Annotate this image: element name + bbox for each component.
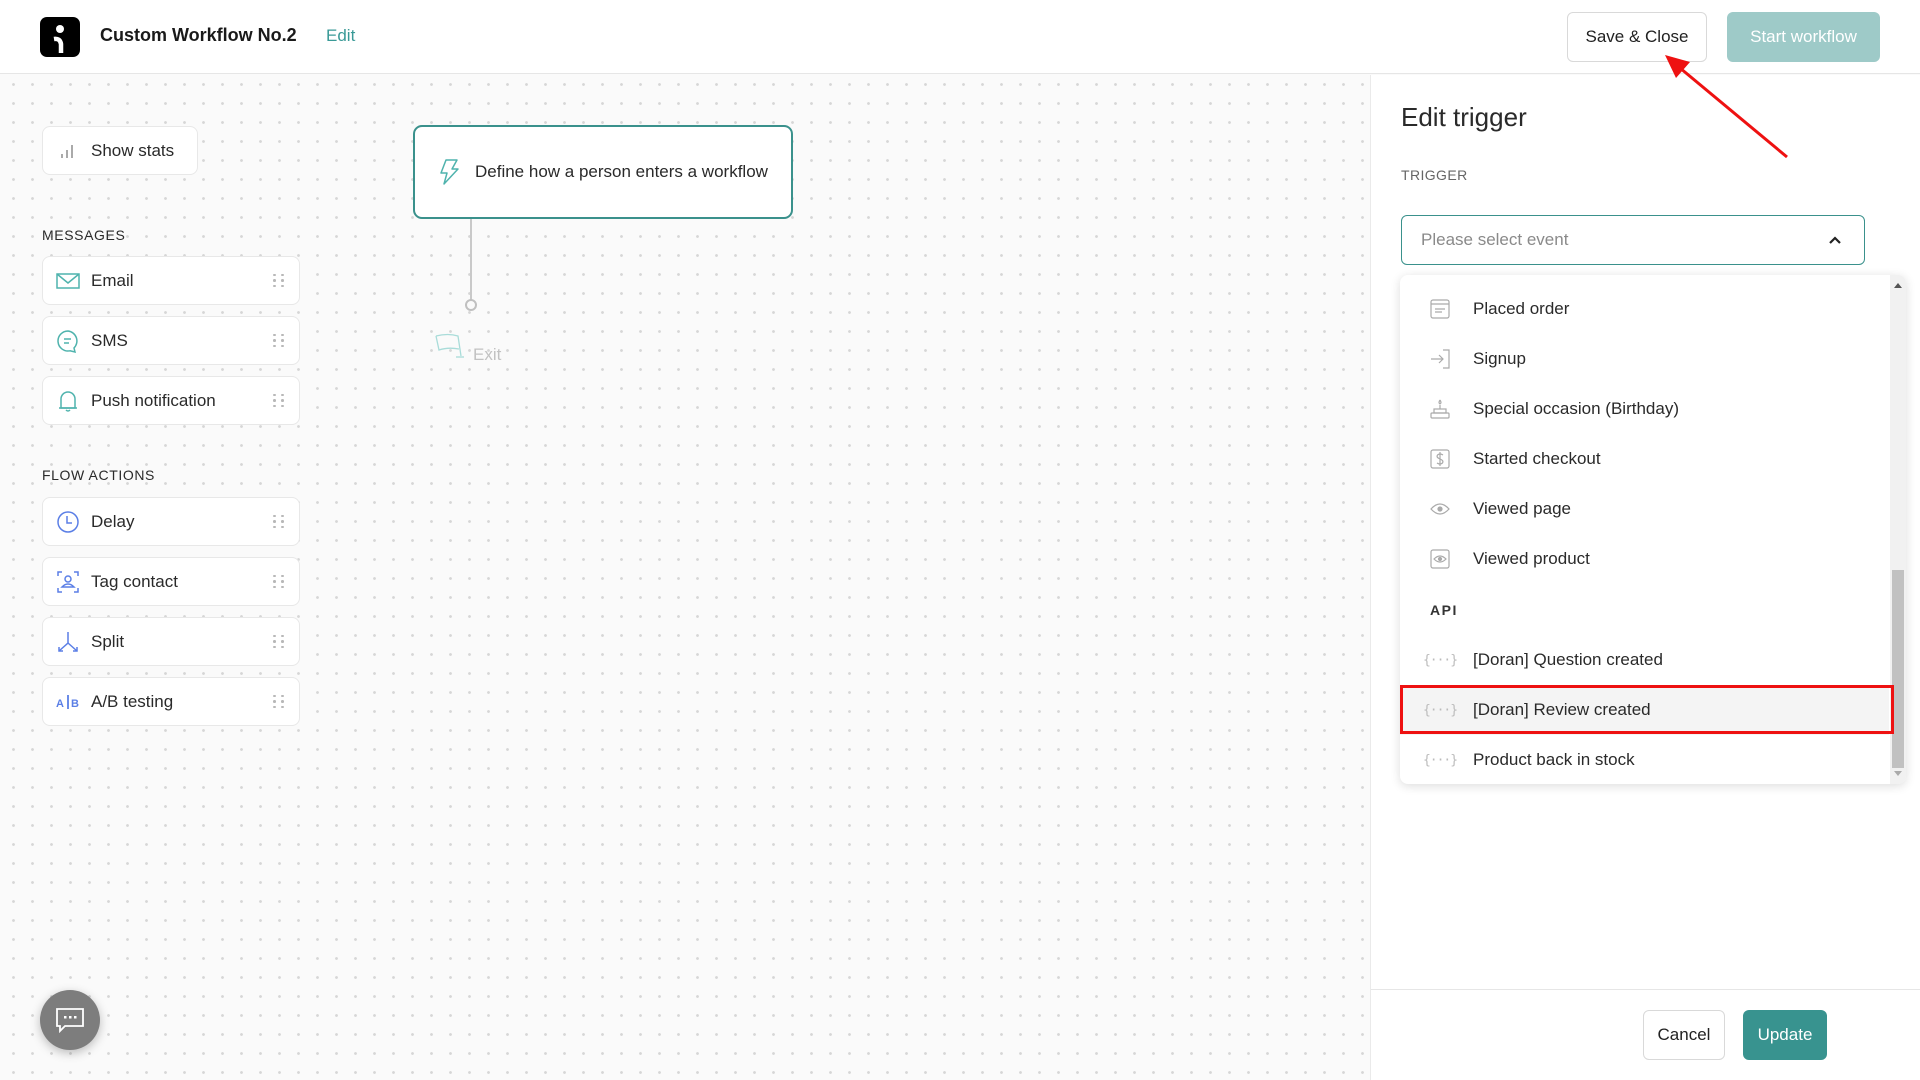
event-option-doran-review-created[interactable]: {···} [Doran] Review created — [1400, 685, 1889, 735]
scroll-down-arrow-icon[interactable] — [1894, 771, 1902, 776]
library-item-label: Tag contact — [91, 571, 178, 591]
flow-actions-heading: FLOW ACTIONS — [42, 467, 155, 483]
show-stats-label: Show stats — [91, 140, 175, 160]
eye-icon — [1429, 498, 1451, 520]
event-option-viewed-page[interactable]: Viewed page — [1400, 484, 1889, 534]
event-option-started-checkout[interactable]: Started checkout — [1400, 434, 1889, 484]
save-close-button[interactable]: Save & Close — [1567, 12, 1707, 62]
option-label: Special occasion (Birthday) — [1473, 399, 1679, 418]
library-item-label: Split — [91, 631, 125, 651]
split-icon — [55, 629, 81, 655]
drag-handle-icon[interactable] — [273, 574, 285, 589]
event-option-special-occasion[interactable]: Special occasion (Birthday) — [1400, 384, 1889, 434]
library-item-label: Email — [91, 270, 134, 290]
support-chat-button[interactable] — [40, 990, 100, 1050]
library-item-label: SMS — [91, 330, 128, 350]
connector-endpoint[interactable] — [465, 299, 477, 311]
drag-handle-icon[interactable] — [273, 333, 285, 348]
option-label: Viewed product — [1473, 549, 1590, 568]
panel-title: Edit trigger — [1401, 102, 1527, 132]
edit-title-link[interactable]: Edit — [326, 26, 355, 46]
scroll-up-arrow-icon[interactable] — [1894, 283, 1902, 288]
library-item-label: Push notification — [91, 390, 216, 410]
select-placeholder: Please select event — [1421, 230, 1569, 249]
option-label: [Doran] Review created — [1473, 700, 1651, 719]
update-button[interactable]: Update — [1743, 1010, 1827, 1060]
dollar-icon — [1429, 448, 1451, 470]
cancel-button[interactable]: Cancel — [1643, 1010, 1725, 1060]
clock-icon — [55, 509, 81, 535]
drag-handle-icon[interactable] — [273, 273, 285, 288]
ab-testing-icon: AB — [55, 689, 81, 715]
dropdown-scrollbar[interactable] — [1890, 275, 1906, 784]
option-label: Viewed page — [1473, 499, 1571, 518]
lightning-icon — [437, 158, 463, 186]
library-item-delay[interactable]: Delay — [42, 497, 300, 546]
exit-label: Exit — [473, 345, 502, 364]
trigger-event-select[interactable]: Please select event — [1401, 215, 1865, 265]
library-item-split[interactable]: Split — [42, 617, 300, 666]
event-option-product-back-in-stock[interactable]: {···} Product back in stock — [1400, 735, 1889, 784]
sign-in-icon — [1429, 348, 1451, 370]
library-item-email[interactable]: Email — [42, 256, 300, 305]
eye-box-icon — [1429, 548, 1451, 570]
start-workflow-button[interactable]: Start workflow — [1727, 12, 1880, 62]
chat-bubble-icon — [55, 328, 81, 354]
cake-icon — [1429, 398, 1451, 420]
braces-icon: {···} — [1422, 652, 1458, 668]
svg-text:A: A — [56, 698, 64, 710]
option-label: Started checkout — [1473, 449, 1601, 468]
messages-heading: MESSAGES — [42, 227, 126, 243]
drag-handle-icon[interactable] — [273, 634, 285, 649]
library-item-ab-testing[interactable]: AB A/B testing — [42, 677, 300, 726]
option-label: Product back in stock — [1473, 750, 1635, 769]
library-item-label: Delay — [91, 511, 135, 531]
chat-icon — [56, 1008, 84, 1033]
workflow-title: Custom Workflow No.2 — [100, 25, 297, 45]
library-item-push-notification[interactable]: Push notification — [42, 376, 300, 425]
envelope-icon — [55, 268, 81, 294]
library-item-tag-contact[interactable]: Tag contact — [42, 557, 300, 606]
event-dropdown-list[interactable]: Placed order Signup Special occasion (Bi… — [1400, 275, 1906, 784]
drag-handle-icon[interactable] — [273, 393, 285, 408]
logo-icon — [53, 25, 64, 53]
event-option-doran-question-created[interactable]: {···} [Doran] Question created — [1400, 635, 1889, 685]
app-logo[interactable] — [40, 17, 80, 57]
library-item-label: A/B testing — [91, 691, 174, 711]
top-bar: Custom Workflow No.2 Edit Save & Close S… — [0, 0, 1920, 74]
option-label: Signup — [1473, 349, 1526, 368]
trigger-node[interactable]: Define how a person enters a workflow — [413, 125, 793, 219]
node-connector — [470, 219, 472, 301]
tag-contact-icon — [55, 569, 81, 595]
option-label: Placed order — [1473, 299, 1570, 318]
trigger-field-label: TRIGGER — [1401, 167, 1468, 183]
option-label: [Doran] Question created — [1473, 650, 1663, 669]
braces-icon: {···} — [1422, 752, 1458, 768]
show-stats-button[interactable]: Show stats — [42, 126, 198, 175]
api-group-heading: API — [1430, 602, 1458, 618]
svg-text:B: B — [71, 698, 79, 710]
receipt-icon — [1429, 298, 1451, 320]
trigger-node-label: Define how a person enters a workflow — [475, 162, 768, 181]
bell-icon — [55, 388, 81, 414]
drag-handle-icon[interactable] — [273, 514, 285, 529]
chevron-up-icon — [1829, 236, 1841, 244]
library-item-sms[interactable]: SMS — [42, 316, 300, 365]
bar-chart-icon — [55, 138, 81, 164]
scrollbar-thumb[interactable] — [1892, 570, 1904, 768]
exit-flag-icon — [435, 333, 464, 358]
braces-icon: {···} — [1422, 702, 1458, 718]
event-option-viewed-product[interactable]: Viewed product — [1400, 534, 1889, 584]
drag-handle-icon[interactable] — [273, 694, 285, 709]
event-option-placed-order[interactable]: Placed order — [1400, 284, 1889, 334]
event-option-signup[interactable]: Signup — [1400, 334, 1889, 384]
footer-divider — [1371, 989, 1920, 990]
